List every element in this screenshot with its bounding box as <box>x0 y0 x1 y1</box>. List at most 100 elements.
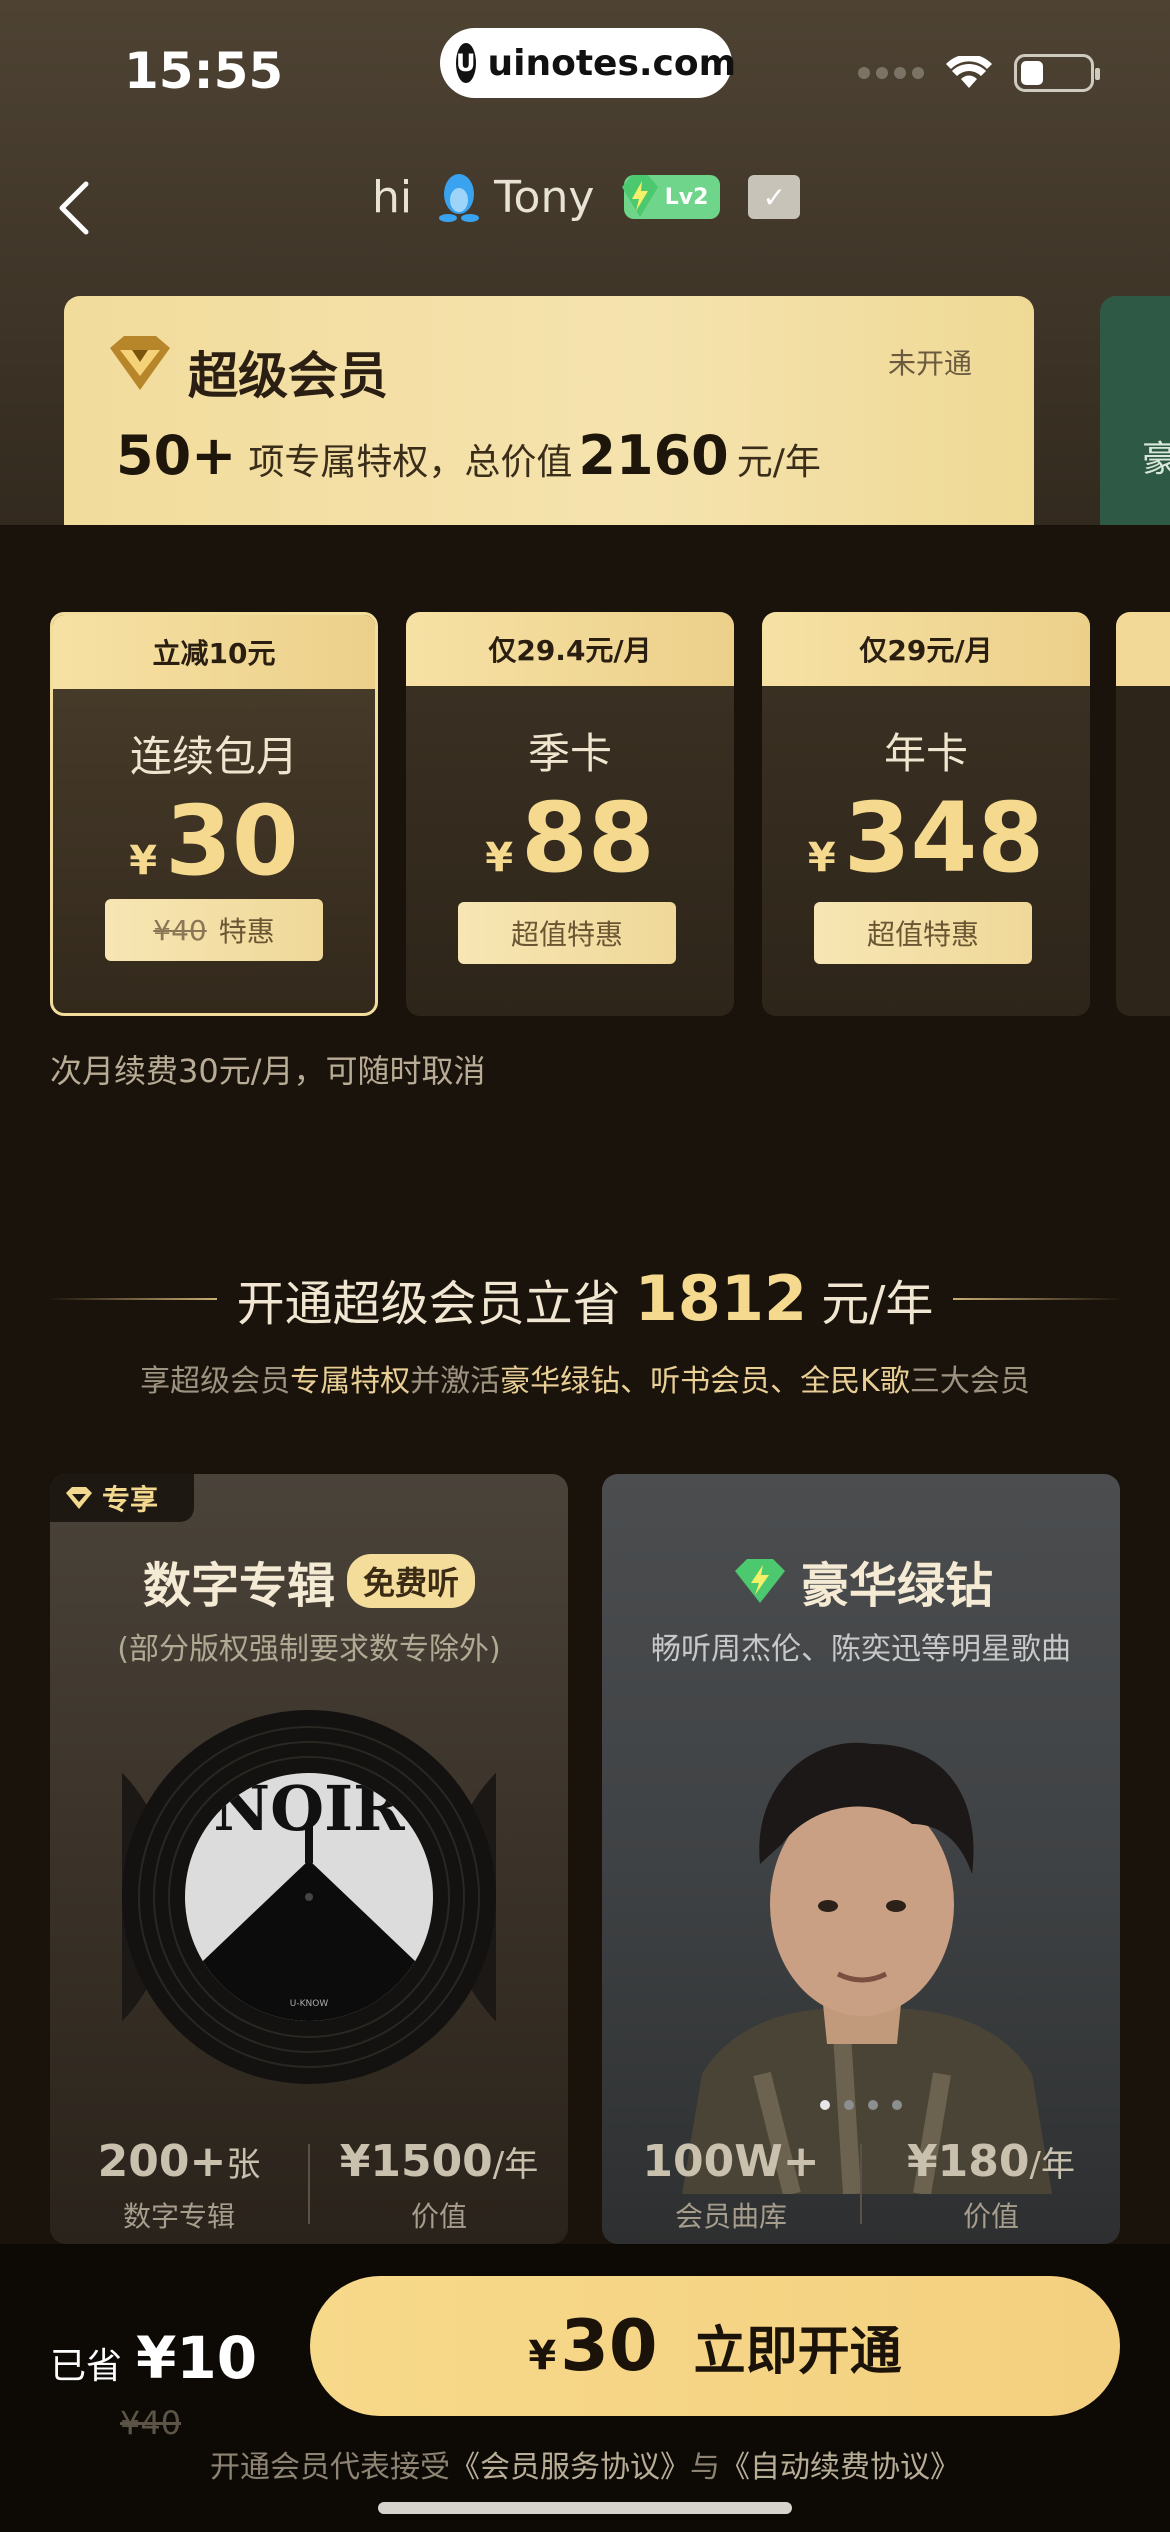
gold-diamond-icon <box>110 336 170 390</box>
stat-unit: /年 <box>1029 2145 1075 2185</box>
sub-text: 并激活 <box>410 1364 501 1399</box>
home-indicator <box>378 2502 792 2514</box>
heading-pre: 开通超级会员立省 <box>236 1276 621 1332</box>
feature-subtitle: (部分版权强制要求数专除外) <box>117 1632 501 1667</box>
currency-symbol: ¥ <box>129 838 158 884</box>
stat-value: 200+ <box>97 2136 227 2187</box>
savings-heading: 开通超级会员立省 1812 元/年 <box>0 1262 1170 1335</box>
plan-price: ¥ 348 <box>762 783 1090 893</box>
heading-text: 开通超级会员立省 1812 元/年 <box>237 1262 934 1335</box>
green-diamond-icon <box>734 1559 785 1603</box>
level-badge: Lv2 <box>622 175 721 219</box>
service-agreement-link[interactable]: 《会员服务协议》 <box>450 2450 690 2485</box>
sub-text: 享超级会员 <box>140 1364 291 1399</box>
url-text: uinotes.com <box>487 42 737 84</box>
member-title: 超级会员 <box>188 347 388 405</box>
wifi-icon <box>946 56 992 88</box>
offer-label: 超值特惠 <box>510 918 623 951</box>
luxury-card-label: 豪 <box>1142 439 1170 480</box>
back-icon[interactable] <box>52 178 98 238</box>
plan-name: 年卡 <box>883 729 968 778</box>
plan-tag: 仅29.4元/月 <box>406 612 734 686</box>
member-status: 未开通 <box>887 347 972 380</box>
uinotes-logo-icon: U <box>456 43 476 83</box>
signal-icon <box>858 67 924 79</box>
original-price: ¥40 <box>153 913 207 947</box>
stat-value-worth: ¥1500/年 价值 <box>310 2114 568 2244</box>
auto-renew-agreement-link[interactable]: 《自动续费协议》 <box>720 2450 960 2485</box>
sub-text: 三大会员 <box>909 1364 1030 1399</box>
saved-amount: 已省 ¥10 <box>50 2324 257 2392</box>
qq-penguin-icon <box>439 174 480 222</box>
exclusive-badge: 专享 <box>50 1474 194 1522</box>
plan-quarterly[interactable]: 仅29.4元/月 季卡 ¥ 88 超值特惠 <box>406 612 734 1016</box>
diamond-icon <box>66 1487 92 1509</box>
saved-label: 已省 <box>50 2346 123 2387</box>
renew-note: 次月续费30元/月，可随时取消 <box>50 1052 486 1090</box>
user-greeting: hi Tony Lv2 ✓ <box>372 170 801 224</box>
offer-label: 超值特惠 <box>866 918 979 951</box>
plan-price: ¥ 30 <box>53 786 375 896</box>
original-price: ¥40 <box>120 2404 182 2442</box>
plan-tag: 仅29元/月 <box>762 612 1090 686</box>
exclusive-text: 专享 <box>102 1483 159 1516</box>
svg-text:U-KNOW: U-KNOW <box>290 1999 329 2009</box>
carousel-dots <box>602 2100 1120 2110</box>
heading-divider-right <box>953 1297 1124 1300</box>
free-listen-pill: 免费听 <box>347 1554 476 1608</box>
currency-symbol: ¥ <box>485 835 514 881</box>
super-member-card[interactable]: 超级会员 未开通 50+ 项专属特权，总价值 2160 元/年 <box>64 296 1034 525</box>
plan-tag-partial <box>1116 612 1170 686</box>
member-benefits: 50+ 项专属特权，总价值 2160 元/年 <box>116 424 821 487</box>
plan-next-partial[interactable] <box>1116 612 1170 1016</box>
greeting-text: hi <box>372 171 413 223</box>
battery-icon <box>1014 54 1100 92</box>
stat-value-worth: ¥180/年 价值 <box>862 2114 1120 2244</box>
feature-title: 豪华绿钻 <box>602 1546 1120 1616</box>
plan-name: 连续包月 <box>129 732 298 781</box>
level-text: Lv2 <box>664 184 709 210</box>
feature-title-text: 数字专辑 <box>142 1558 335 1614</box>
plan-offer-button[interactable]: 超值特惠 <box>458 902 676 964</box>
stat-count: 100W+ 会员曲库 <box>602 2114 860 2244</box>
stat-value: ¥1500 <box>339 2136 493 2187</box>
feature-stats: 200+张 数字专辑 ¥1500/年 价值 <box>50 2114 568 2244</box>
cta-label: 立即开通 <box>693 2321 902 2382</box>
vip-badge-icon: ✓ <box>748 175 801 219</box>
stat-count: 200+张 数字专辑 <box>50 2114 308 2244</box>
benefit-value: 2160 <box>578 424 729 487</box>
offer-label: 特惠 <box>218 915 275 948</box>
heading-amount: 1812 <box>634 1262 808 1335</box>
stat-value: 100W+ <box>642 2136 820 2187</box>
saved-value: ¥10 <box>136 2324 258 2392</box>
plan-offer-button[interactable]: ¥40 特惠 <box>105 899 323 961</box>
currency-symbol: ¥ <box>807 835 836 881</box>
agree-text: 开通会员代表接受 <box>210 2450 450 2485</box>
price-value: 88 <box>521 782 655 894</box>
stat-unit: /年 <box>492 2145 539 2185</box>
status-indicators <box>858 54 1100 92</box>
album-vinyl-image: NOIR U-KNOW <box>122 1710 496 2084</box>
price-value: 348 <box>843 782 1045 894</box>
status-time: 15:55 <box>124 42 284 100</box>
benefit-unit: 元/年 <box>736 442 821 483</box>
feature-subtitle: 畅听周杰伦、陈奕迅等明星歌曲 <box>651 1632 1071 1667</box>
cta-currency: ¥ <box>528 2333 557 2379</box>
green-diamond-icon <box>622 175 659 217</box>
username: Tony <box>494 171 595 223</box>
feature-title-text: 豪华绿钻 <box>800 1558 993 1614</box>
plan-yearly[interactable]: 仅29元/月 年卡 ¥ 348 超值特惠 <box>762 612 1090 1016</box>
feature-luxury-green[interactable]: 豪华绿钻 畅听周杰伦、陈奕迅等明星歌曲 100W+ 会员曲库 ¥180/年 价值 <box>602 1474 1120 2244</box>
plan-offer-button[interactable]: 超值特惠 <box>814 902 1032 964</box>
heading-post: 元/年 <box>821 1276 934 1332</box>
cta-amount: 30 <box>560 2305 658 2387</box>
luxury-green-card[interactable]: 豪 <box>1100 296 1170 525</box>
feature-digital-album[interactable]: 专享 数字专辑 免费听 (部分版权强制要求数专除外) NOIR U-KNOW 2… <box>50 1474 568 2244</box>
heading-divider-left <box>46 1297 217 1300</box>
agree-text: 与 <box>690 2450 720 2485</box>
subscribe-now-button[interactable]: ¥ 30 立即开通 <box>310 2276 1120 2416</box>
plan-name: 季卡 <box>527 729 612 778</box>
savings-subtitle: 享超级会员专属特权并激活豪华绿钻、听书会员、全民K歌三大会员 <box>0 1356 1170 1400</box>
plan-monthly[interactable]: 立减10元 连续包月 ¥ 30 ¥40 特惠 <box>50 612 378 1016</box>
feature-stats: 100W+ 会员曲库 ¥180/年 价值 <box>602 2114 1120 2244</box>
